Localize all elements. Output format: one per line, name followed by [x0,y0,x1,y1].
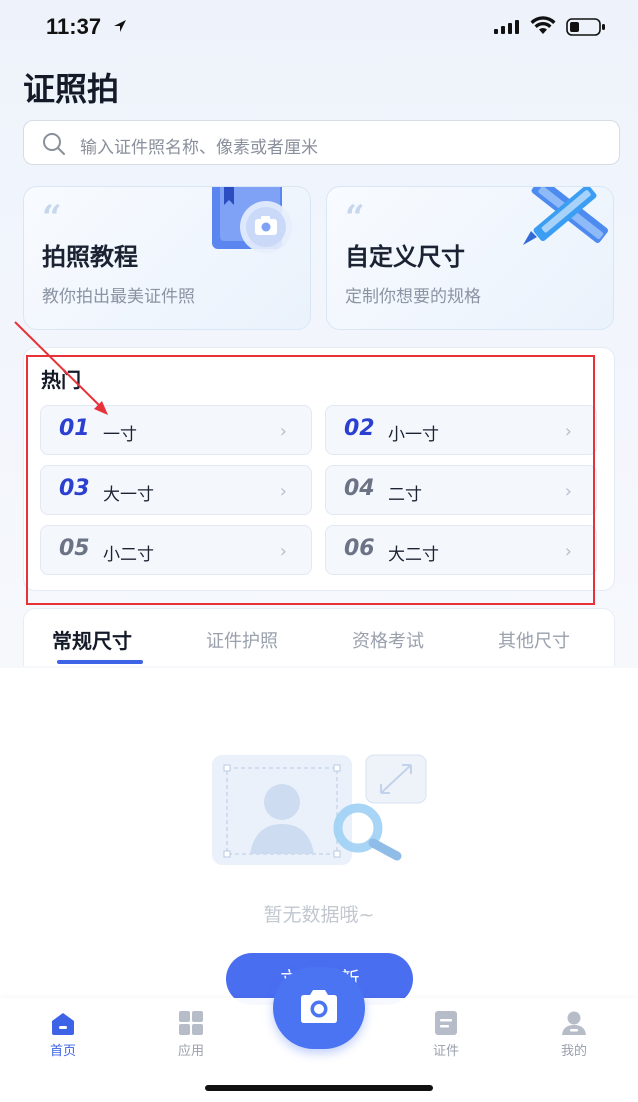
nav-home[interactable]: 首页 [33,1010,93,1059]
hot-item-number: 05 [53,536,90,561]
hot-item-label: 一寸 [103,425,137,445]
wifi-icon [530,16,556,34]
hot-item-number: 03 [53,476,90,501]
hot-item-label: 大二寸 [388,545,439,565]
hot-item-label: 二寸 [388,485,422,505]
home-indicator [205,1085,433,1091]
hot-item-number: 02 [338,416,375,441]
tutorial-card[interactable]: “ 拍照教程 教你拍出最美证件照 [23,186,311,330]
chevron-right-icon: › [279,541,287,562]
hot-item-number: 06 [338,536,375,561]
custom-size-card-subtitle: 定制你想要的规格 [345,287,481,307]
tutorial-card-title: 拍照教程 [42,243,138,271]
search-icon [43,133,65,155]
camera-button[interactable] [273,967,365,1049]
chevron-right-icon: › [564,541,572,562]
nav-documents[interactable]: 证件 [416,1010,476,1059]
hot-item-2[interactable]: 02 小一寸 › [325,405,597,455]
category-tabs: 常规尺寸 证件护照 资格考试 其他尺寸 [23,608,615,666]
nav-profile[interactable]: 我的 [544,1010,604,1059]
chevron-right-icon: › [279,481,287,502]
camera-icon [301,990,337,1023]
hot-item-number: 01 [53,416,90,441]
hot-section-title: 热门 [41,368,81,392]
page-title: 证照拍 [23,70,120,108]
signal-icon [494,20,519,34]
custom-size-card-title: 自定义尺寸 [345,243,465,271]
search-input[interactable]: 输入证件照名称、像素或者厘米 [23,120,620,165]
hot-item-1[interactable]: 01 一寸 › [40,405,312,455]
nav-apps-label: 应用 [177,1044,204,1059]
search-placeholder: 输入证件照名称、像素或者厘米 [80,138,318,158]
active-tab-indicator [57,660,143,664]
nav-profile-label: 我的 [560,1044,587,1059]
location-arrow-icon [114,20,126,32]
nav-home-label: 首页 [49,1044,76,1059]
hot-item-3[interactable]: 03 大一寸 › [40,465,312,515]
chevron-right-icon: › [279,421,287,442]
book-camera-icon [212,187,292,253]
custom-size-card[interactable]: “ 自定义尺寸 定制你想要的规格 [326,186,614,330]
quote-icon: “ [345,198,365,238]
chevron-right-icon: › [564,421,572,442]
hot-item-6[interactable]: 06 大二寸 › [325,525,597,575]
ruler-pencil-icon [523,187,609,245]
document-icon [435,1011,457,1035]
home-icon [52,1013,74,1035]
hot-item-label: 小一寸 [388,425,439,445]
hot-item-label: 小二寸 [103,545,154,565]
empty-state-illustration [212,754,427,865]
empty-state-message: 暂无数据哦~ [263,904,375,926]
status-bar: 11:37 [0,0,638,58]
tab-other-size[interactable]: 其他尺寸 [498,627,570,653]
nav-apps[interactable]: 应用 [161,1010,221,1059]
hot-item-4[interactable]: 04 二寸 › [325,465,597,515]
tab-regular-size[interactable]: 常规尺寸 [52,625,132,654]
profile-icon [562,1011,586,1035]
chevron-right-icon: › [564,481,572,502]
battery-icon [566,18,605,36]
apps-icon [179,1011,203,1035]
status-time: 11:37 [46,14,102,39]
tab-id-passport[interactable]: 证件护照 [206,627,278,653]
quote-icon: “ [42,198,62,238]
tab-qualification-exam[interactable]: 资格考试 [352,627,424,653]
hot-item-label: 大一寸 [103,485,154,505]
hot-item-5[interactable]: 05 小二寸 › [40,525,312,575]
tutorial-card-subtitle: 教你拍出最美证件照 [42,287,195,307]
hot-item-number: 04 [338,476,375,501]
nav-documents-label: 证件 [432,1044,459,1059]
